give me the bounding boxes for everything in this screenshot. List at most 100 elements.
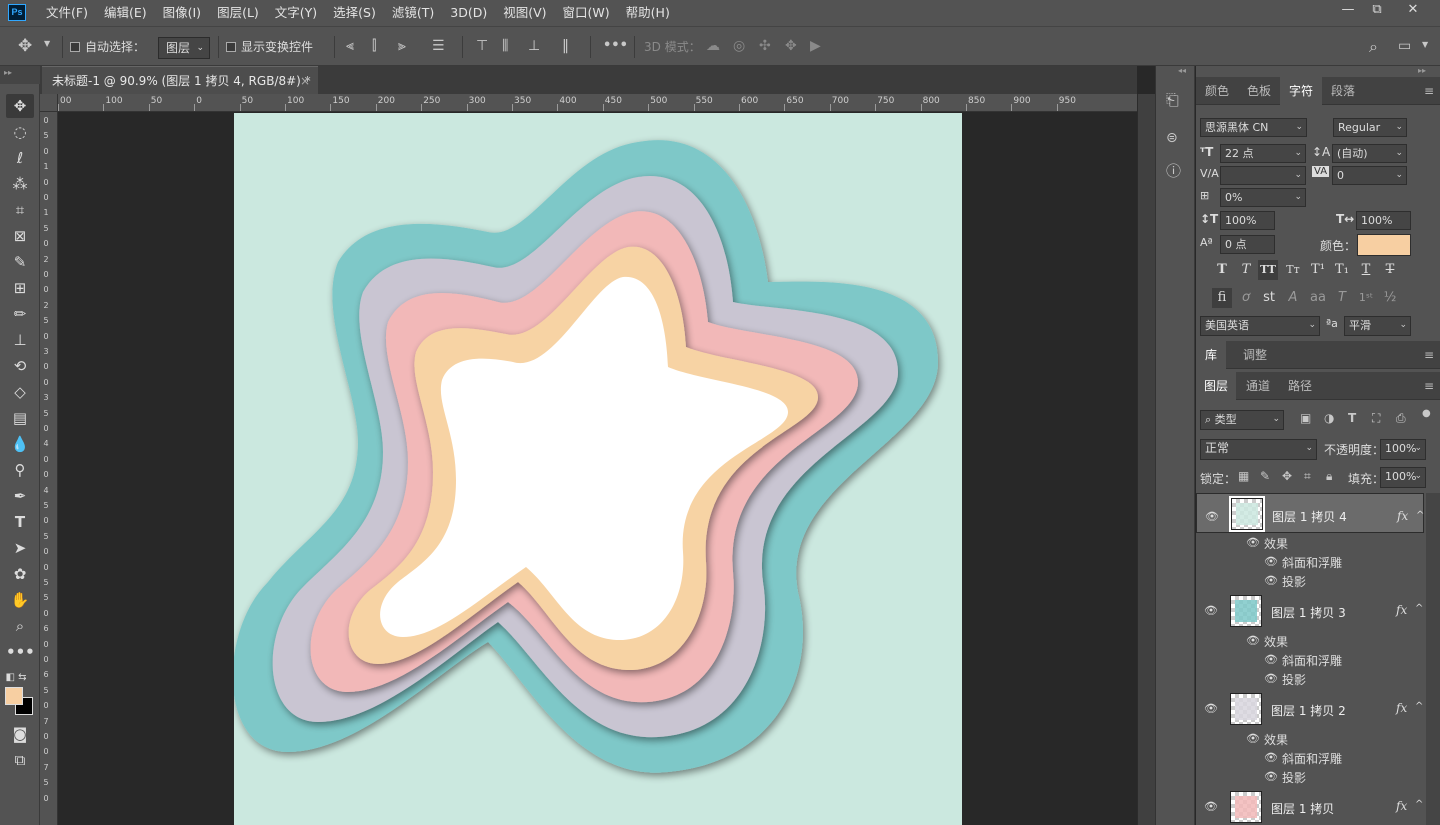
swash-icon[interactable]: A (1283, 288, 1303, 308)
layer-row[interactable]: 👁︎ 图层 1 拷贝 fx ^ (1196, 787, 1424, 825)
antialias-select[interactable]: 平滑 ⌄ (1344, 316, 1411, 336)
menu-item-10[interactable]: 帮助(H) (618, 0, 678, 26)
layer-fx-icon[interactable]: fx (1396, 799, 1407, 813)
effect-name[interactable]: 斜面和浮雕 (1282, 652, 1342, 669)
tab-channels[interactable]: 通道 (1238, 372, 1278, 400)
effect-eye-icon[interactable]: 👁︎ (1264, 653, 1278, 666)
tab-paths[interactable]: 路径 (1280, 372, 1320, 400)
move-tool-icon[interactable]: ✥ (18, 36, 32, 56)
layer-fx-icon[interactable]: fx (1396, 701, 1407, 715)
layer-fx-icon[interactable]: fx (1397, 506, 1408, 526)
menu-item-9[interactable]: 窗口(W) (555, 0, 618, 26)
close-document-icon[interactable]: × (300, 67, 310, 95)
search-icon[interactable]: ⌕ (1369, 37, 1378, 57)
subscript-icon[interactable]: T₁ (1332, 260, 1352, 280)
text-color-swatch[interactable] (1357, 234, 1411, 256)
font-family-select[interactable]: 思源黑体 CN ⌄ (1200, 118, 1307, 137)
visibility-eye-icon[interactable]: 👁︎ (1205, 507, 1219, 527)
restore-button[interactable]: ⧉ (1362, 0, 1392, 22)
tsume-field[interactable]: 0% ⌄ (1220, 188, 1306, 207)
baseline-shift-field[interactable]: 0 点 (1220, 235, 1275, 254)
screen-mode-icon[interactable]: ⧉ (6, 748, 34, 772)
history-brush-tool-icon[interactable]: ⟲ (6, 354, 34, 378)
kerning-field[interactable]: ⌄ (1220, 166, 1306, 185)
menu-item-3[interactable]: 图层(L) (209, 0, 267, 26)
collapse-panels-icon[interactable]: ◂◂ (1178, 66, 1186, 75)
menu-item-2[interactable]: 图像(I) (155, 0, 209, 26)
filter-toggle-icon[interactable]: ● (1422, 408, 1431, 419)
eraser-tool-icon[interactable]: ◇ (6, 380, 34, 404)
menu-item-1[interactable]: 编辑(E) (96, 0, 155, 26)
visibility-eye-icon[interactable]: 👁︎ (1204, 800, 1218, 813)
3d-orbit-icon[interactable]: ☁ (706, 38, 720, 54)
quick-mask-icon[interactable]: ◙ (6, 722, 34, 746)
effect-name[interactable]: 斜面和浮雕 (1282, 554, 1342, 571)
leading-field[interactable]: (自动) ⌄ (1332, 144, 1407, 163)
faux-italic-icon[interactable]: T (1236, 260, 1256, 280)
effect-eye-icon[interactable]: 👁︎ (1264, 555, 1278, 568)
brush-tool-icon[interactable]: ✏ (6, 302, 34, 326)
foreground-color-swatch[interactable] (5, 687, 23, 705)
horizontal-scale-field[interactable]: 100% (1356, 211, 1411, 230)
workspace-icon[interactable]: ▭ (1398, 38, 1411, 54)
distribute-icon[interactable]: ☰ (432, 38, 445, 54)
panel-menu-icon[interactable]: ≡ (1424, 84, 1434, 98)
tool-preset-chevron-icon[interactable]: ▼ (44, 39, 50, 48)
pen-tool-icon[interactable]: ✒ (6, 484, 34, 508)
underline-icon[interactable]: T (1356, 260, 1376, 280)
language-select[interactable]: 美国英语 ⌄ (1200, 316, 1320, 336)
canvas-vertical-scrollbar[interactable] (1137, 94, 1155, 825)
tab-libraries[interactable]: 库 (1196, 341, 1226, 369)
blur-tool-icon[interactable]: 💧 (6, 432, 34, 456)
expand-panels-icon[interactable]: ▸▸ (1418, 66, 1426, 75)
menu-item-4[interactable]: 文字(Y) (267, 0, 325, 26)
superscript-icon[interactable]: T¹ (1308, 260, 1328, 280)
effect-eye-icon[interactable]: 👁︎ (1264, 672, 1278, 685)
visibility-eye-icon[interactable]: 👁︎ (1204, 604, 1218, 617)
workspace-chevron-icon[interactable]: ▼ (1422, 40, 1428, 49)
effects-eye-icon[interactable]: 👁︎ (1246, 634, 1260, 647)
effect-eye-icon[interactable]: 👁︎ (1264, 770, 1278, 783)
opacity-field[interactable]: 100% ⌄ (1380, 439, 1426, 460)
filter-smart-object-icon[interactable]: ⎙ (1396, 411, 1406, 426)
menu-item-8[interactable]: 视图(V) (495, 0, 554, 26)
filter-adjustment-icon[interactable]: ◑ (1324, 411, 1334, 425)
all-caps-icon[interactable]: TT (1258, 260, 1278, 280)
effects-eye-icon[interactable]: 👁︎ (1246, 732, 1260, 745)
auto-select-target-select[interactable]: 图层 ⌄ (158, 37, 210, 59)
show-transform-checkbox[interactable]: 显示变换控件 (226, 37, 313, 57)
tab-character[interactable]: 字符 (1280, 77, 1322, 105)
auto-select-checkbox[interactable]: 自动选择： (70, 37, 145, 57)
custom-shape-tool-icon[interactable]: ✿ (6, 562, 34, 586)
minimize-button[interactable]: — (1333, 0, 1363, 22)
tracking-field[interactable]: 0 ⌄ (1332, 166, 1407, 185)
old-style-icon[interactable]: ơ (1236, 288, 1256, 308)
effects-eye-icon[interactable]: 👁︎ (1246, 536, 1260, 549)
tab-layers[interactable]: 图层 (1196, 372, 1236, 400)
effect-eye-icon[interactable]: 👁︎ (1264, 751, 1278, 764)
layer-row[interactable]: 👁︎ 图层 1 拷贝 3 fx ^ (1196, 591, 1424, 631)
filter-shape-icon[interactable]: ⛶ (1372, 411, 1380, 426)
3d-drag-icon[interactable]: ✣ (759, 38, 771, 54)
blend-mode-select[interactable]: 正常 ⌄ (1200, 439, 1317, 460)
align-vcenter-icon[interactable]: ⫼ (502, 38, 508, 54)
menu-item-0[interactable]: 文件(F) (38, 0, 96, 26)
layers-scrollbar[interactable] (1426, 493, 1440, 825)
zoom-tool-icon[interactable]: ⌕ (6, 614, 34, 638)
lock-artboard-icon[interactable]: ⌗ (1304, 469, 1311, 484)
effect-name[interactable]: 投影 (1282, 671, 1306, 688)
3d-panel-icon[interactable]: ⊜ (1166, 130, 1178, 146)
3d-roll-icon[interactable]: ◎ (733, 38, 745, 54)
crop-tool-icon[interactable]: ⌗ (6, 198, 34, 222)
lock-position-icon[interactable]: ✥ (1282, 469, 1292, 483)
move-tool-icon[interactable]: ✥ (6, 94, 34, 118)
align-bottom-icon[interactable]: ⊥ (528, 38, 540, 54)
gradient-tool-icon[interactable]: ▤ (6, 406, 34, 430)
lasso-tool-icon[interactable]: ℓ (6, 146, 34, 170)
fractions-icon[interactable]: ½ (1380, 288, 1400, 308)
magic-wand-tool-icon[interactable]: ⁂ (6, 172, 34, 196)
align-top-icon[interactable]: ⊤ (476, 38, 488, 54)
align-left-icon[interactable]: ⫷ (346, 38, 354, 54)
align-hcenter-icon[interactable]: ⫿ (372, 38, 376, 54)
dodge-tool-icon[interactable]: ⚲ (6, 458, 34, 482)
